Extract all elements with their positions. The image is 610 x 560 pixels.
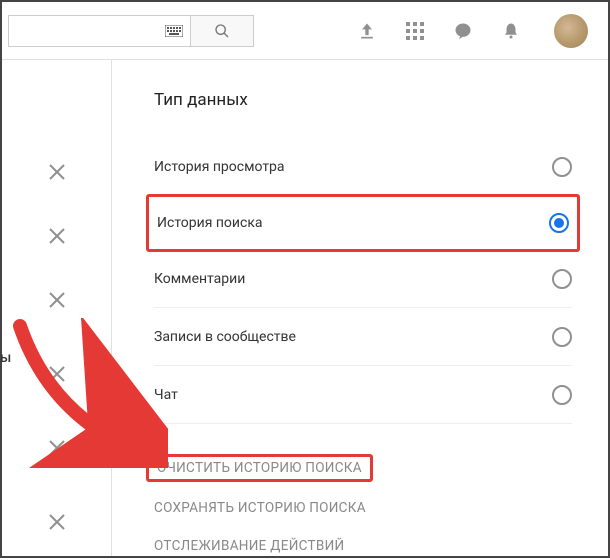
partial-text: ы bbox=[0, 350, 11, 366]
panel-title: Тип данных bbox=[154, 90, 572, 110]
delete-item-5[interactable] bbox=[2, 416, 111, 480]
option-label: Записи в сообществе bbox=[154, 329, 296, 345]
option-label: История просмотра bbox=[154, 159, 285, 175]
top-bar bbox=[2, 2, 608, 60]
track-actions-button[interactable]: ОТСЛЕЖИВАНИЕ ДЕЙСТВИЙ bbox=[154, 532, 572, 560]
messages-icon[interactable] bbox=[452, 20, 474, 42]
save-search-history-button[interactable]: СОХРАНЯТЬ ИСТОРИЮ ПОИСКА bbox=[154, 494, 572, 522]
radio-icon bbox=[549, 213, 569, 233]
left-column: ы bbox=[2, 60, 112, 556]
topbar-icons bbox=[356, 14, 600, 48]
option-label: Комментарии bbox=[154, 271, 245, 287]
bell-icon[interactable] bbox=[500, 20, 522, 42]
radio-icon bbox=[552, 327, 572, 347]
apps-grid-icon[interactable] bbox=[404, 20, 426, 42]
delete-item-1[interactable] bbox=[2, 140, 111, 204]
upload-icon[interactable] bbox=[356, 20, 378, 42]
option-comments[interactable]: Комментарии bbox=[154, 250, 572, 308]
search-button[interactable] bbox=[190, 15, 254, 47]
delete-item-3[interactable] bbox=[2, 268, 111, 332]
actions-block: ОЧИСТИТЬ ИСТОРИЮ ПОИСКА СОХРАНЯТЬ ИСТОРИ… bbox=[154, 448, 572, 560]
search-wrap bbox=[8, 15, 254, 47]
option-watch-history[interactable]: История просмотра bbox=[154, 138, 572, 196]
keyboard-icon[interactable] bbox=[158, 15, 190, 47]
delete-item-6[interactable] bbox=[2, 490, 111, 554]
radio-icon bbox=[552, 269, 572, 289]
option-label: История поиска bbox=[157, 215, 263, 231]
radio-icon bbox=[552, 385, 572, 405]
option-label: Чат bbox=[154, 387, 178, 403]
content: ы Тип данных История просмотра История п… bbox=[2, 60, 608, 556]
option-search-history[interactable]: История поиска bbox=[146, 194, 580, 252]
search-input[interactable] bbox=[8, 15, 158, 47]
clear-search-history-button[interactable]: ОЧИСТИТЬ ИСТОРИЮ ПОИСКА bbox=[146, 454, 373, 482]
option-chat[interactable]: Чат bbox=[154, 366, 572, 424]
option-community[interactable]: Записи в сообществе bbox=[154, 308, 572, 366]
avatar[interactable] bbox=[554, 14, 588, 48]
radio-icon bbox=[552, 157, 572, 177]
delete-item-4[interactable] bbox=[2, 342, 111, 406]
settings-panel: Тип данных История просмотра История пои… bbox=[112, 60, 608, 556]
delete-item-2[interactable] bbox=[2, 204, 111, 268]
